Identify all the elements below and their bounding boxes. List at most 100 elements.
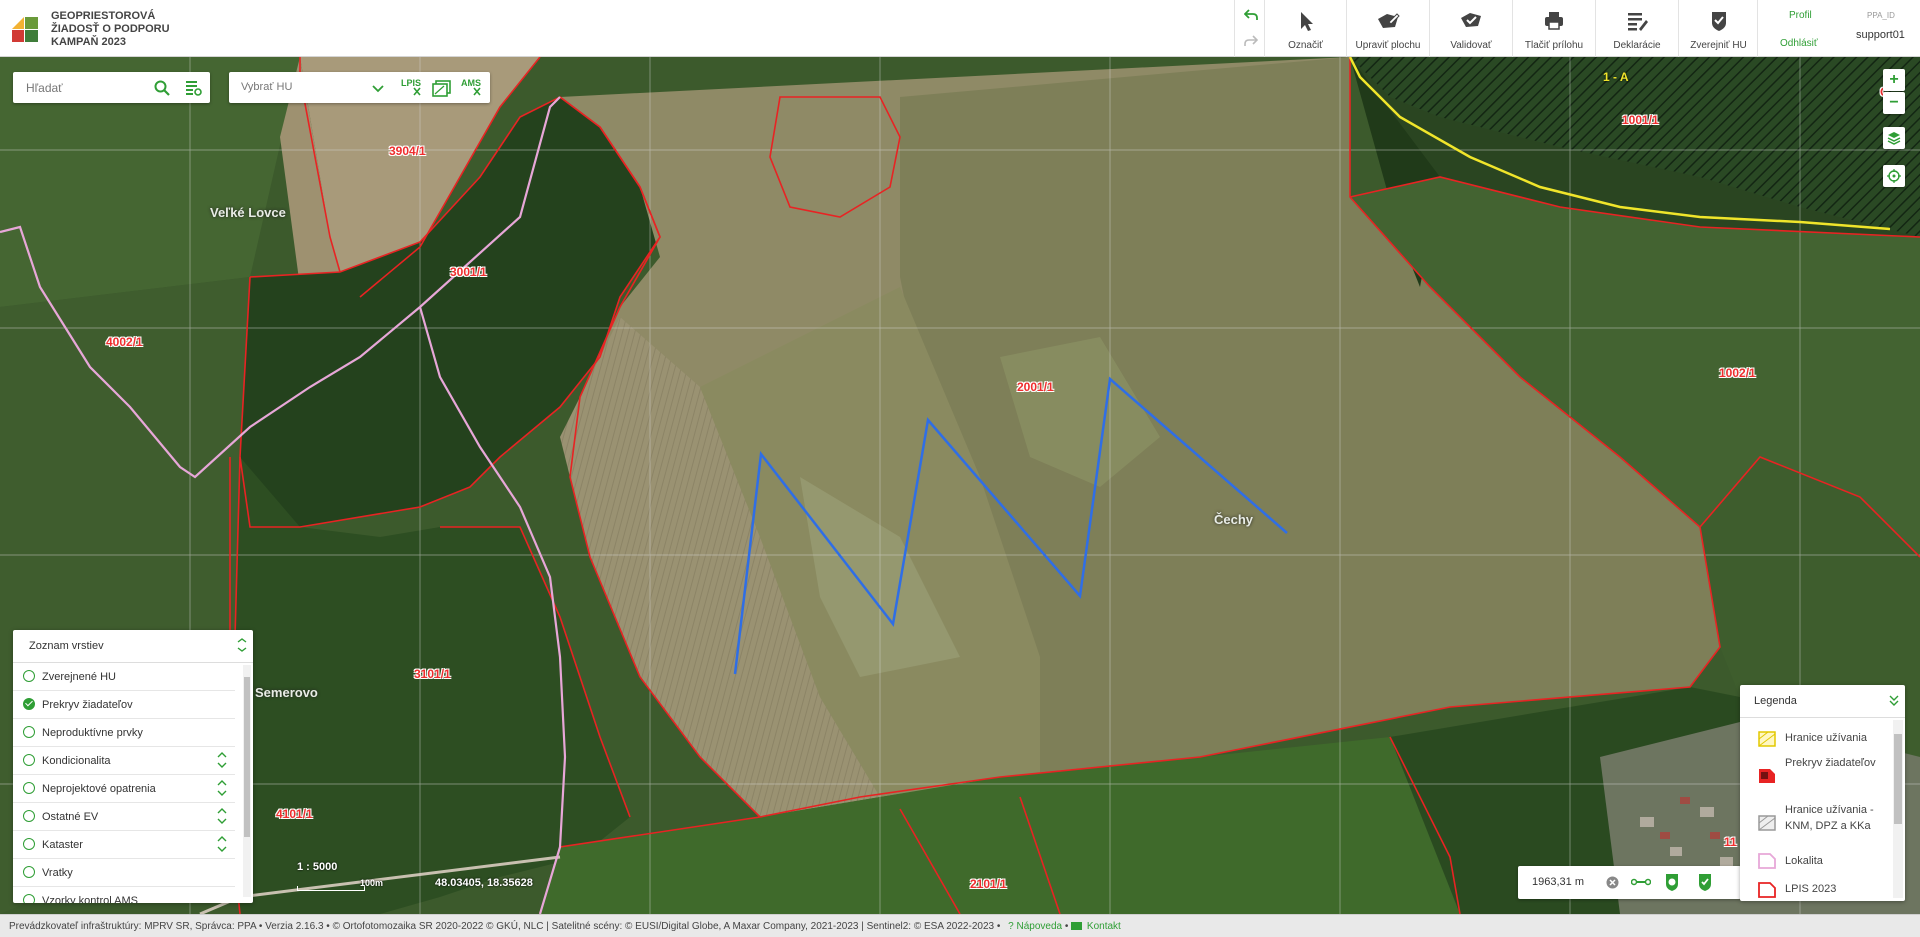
search-input[interactable] (13, 72, 153, 103)
layers-icon (1887, 132, 1901, 145)
lpis-clear-button[interactable]: LPIS (401, 78, 423, 98)
collapse-icon[interactable] (237, 638, 247, 654)
measure-value: 1963,31 m (1532, 876, 1584, 888)
parcel-label: 2101/1 (970, 877, 1007, 891)
parcel-label: 2001/1 (1017, 380, 1054, 394)
main-toolbar: Označiť Upraviť plochu Validovať Tlačiť … (1264, 0, 1758, 57)
edit-area-icon (1378, 13, 1400, 28)
measure-shield-icon[interactable] (1696, 872, 1714, 892)
layer-item[interactable]: Neprojektové opatrenia (13, 775, 235, 803)
zoom-out-button[interactable]: − (1883, 92, 1905, 114)
app-title-line: ŽIADOSŤ O PODPORU (51, 23, 170, 35)
legend-label: LPIS 2023 (1785, 883, 1837, 895)
layer-toggle[interactable] (23, 698, 35, 710)
layer-item[interactable]: Vratky (13, 859, 235, 887)
measure-distance-icon[interactable] (1630, 874, 1652, 890)
redo-icon[interactable] (1243, 34, 1259, 50)
app-logo (12, 17, 38, 42)
profile-link[interactable]: Profil (1789, 10, 1812, 21)
logout-link[interactable]: Odhlásiť (1780, 38, 1818, 49)
scale-bar (297, 886, 365, 891)
layer-label: Prekryv žiadateľov (42, 699, 133, 711)
validovat-button[interactable]: Validovať (1429, 0, 1512, 57)
place-label: Semerovo (255, 685, 318, 700)
legend-panel: Legenda Hranice užívania Prekryv žiadate… (1740, 685, 1905, 901)
zverejnit-hu-button[interactable]: Zverejniť HU (1678, 0, 1758, 57)
hu-select[interactable]: Vybrať HU (241, 81, 292, 93)
layer-toggle[interactable] (23, 838, 35, 850)
layer-item[interactable]: Vzorky kontrol AMS (13, 887, 235, 903)
layers-panel-header[interactable]: Zoznam vrstiev (13, 630, 253, 663)
contact-link[interactable]: Kontakt (1087, 921, 1121, 932)
layer-label: Vratky (42, 867, 73, 879)
zoom-in-button[interactable]: + (1883, 69, 1905, 91)
deklaracie-button[interactable]: Deklarácie (1595, 0, 1678, 57)
map-view[interactable]: 3904/1 3001/1 4002/1 2001/1 1001/1 1002/… (0, 57, 1920, 914)
layer-toggle[interactable] (23, 670, 35, 682)
gray-hatch-icon (1758, 815, 1776, 831)
undo-redo-group (1234, 0, 1264, 57)
layers-button[interactable] (1883, 127, 1905, 149)
layer-item[interactable]: Ostatné EV (13, 803, 235, 831)
yellow-hatch-icon (1758, 731, 1776, 747)
layer-toggle[interactable] (23, 782, 35, 794)
layer-item[interactable]: Prekryv žiadateľov (13, 691, 235, 719)
crosshair-icon (1887, 169, 1901, 183)
layer-toggle[interactable] (23, 726, 35, 738)
scrollbar-thumb[interactable] (1894, 734, 1902, 824)
legend-label: Hranice užívania (1785, 732, 1867, 744)
footer-credits: Prevádzkovateľ infraštruktúry: MPRV SR, … (9, 921, 1001, 932)
chevron-down-icon[interactable] (372, 83, 384, 93)
orthophoto-map[interactable] (0, 57, 1920, 914)
cursor-coordinates: 48.03405, 18.35628 (435, 877, 533, 889)
tlacit-prilohu-button[interactable]: Tlačiť prílohu (1512, 0, 1595, 57)
layer-copy-icon[interactable] (432, 79, 452, 97)
parcel-label: 3101/1 (414, 667, 451, 681)
expand-sublayers-icon[interactable] (217, 751, 227, 769)
user-box: Profil Odhlásiť PPA_ID support01 (1757, 0, 1920, 57)
layer-item[interactable]: Neproduktívne prvky (13, 719, 235, 747)
undo-icon[interactable] (1243, 8, 1259, 24)
layers-scrollbar[interactable] (243, 665, 251, 897)
layer-label: Neproduktívne prvky (42, 727, 143, 739)
oznacit-label: Označiť (1288, 40, 1323, 51)
layer-label: Zverejnené HU (42, 671, 116, 683)
expand-sublayers-icon[interactable] (217, 835, 227, 853)
layer-item[interactable]: Kataster (13, 831, 235, 859)
legend-header[interactable]: Legenda (1740, 685, 1905, 718)
layer-label: Vzorky kontrol AMS (42, 895, 138, 903)
layer-toggle[interactable] (23, 866, 35, 878)
legend-scrollbar[interactable] (1893, 720, 1903, 898)
app-title-line: KAMPAŇ 2023 (51, 36, 126, 48)
search-settings-icon[interactable] (184, 79, 202, 97)
layer-toggle[interactable] (23, 810, 35, 822)
layer-label: Kondicionalita (42, 755, 111, 767)
app-title: GEOPRIESTOROVÁ ŽIADOSŤ O PODPORU KAMPAŇ … (51, 10, 170, 49)
collapse-icon[interactable] (1889, 694, 1899, 708)
declaration-list-icon (1628, 13, 1648, 31)
parcel-label: 1001/1 (1622, 113, 1659, 127)
app-title-line: GEOPRIESTOROVÁ (51, 10, 156, 22)
mail-icon (1071, 922, 1083, 931)
red-line-icon (1758, 882, 1776, 898)
layer-label: Kataster (42, 839, 83, 851)
measure-area-icon[interactable] (1663, 872, 1681, 892)
layer-item[interactable]: Kondicionalita (13, 747, 235, 775)
ams-clear-button[interactable]: AMS (461, 78, 483, 98)
clear-measure-icon[interactable] (1606, 876, 1619, 889)
parcel-label: 4101/1 (276, 807, 313, 821)
upravit-plochu-button[interactable]: Upraviť plochu (1346, 0, 1429, 57)
scale-bar-label: 100m (360, 878, 384, 888)
expand-sublayers-icon[interactable] (217, 807, 227, 825)
app-header: GEOPRIESTOROVÁ ŽIADOSŤ O PODPORU KAMPAŇ … (0, 0, 1920, 57)
layer-toggle[interactable] (23, 894, 35, 903)
locate-button[interactable] (1883, 165, 1905, 187)
layer-toggle[interactable] (23, 754, 35, 766)
red-overlap-icon (1759, 769, 1775, 783)
expand-sublayers-icon[interactable] (217, 779, 227, 797)
help-link[interactable]: Nápoveda (1016, 921, 1062, 932)
oznacit-button[interactable]: Označiť (1264, 0, 1346, 57)
layer-item[interactable]: Zverejnené HU (13, 663, 235, 691)
scrollbar-thumb[interactable] (244, 677, 250, 837)
search-icon[interactable] (154, 80, 170, 96)
